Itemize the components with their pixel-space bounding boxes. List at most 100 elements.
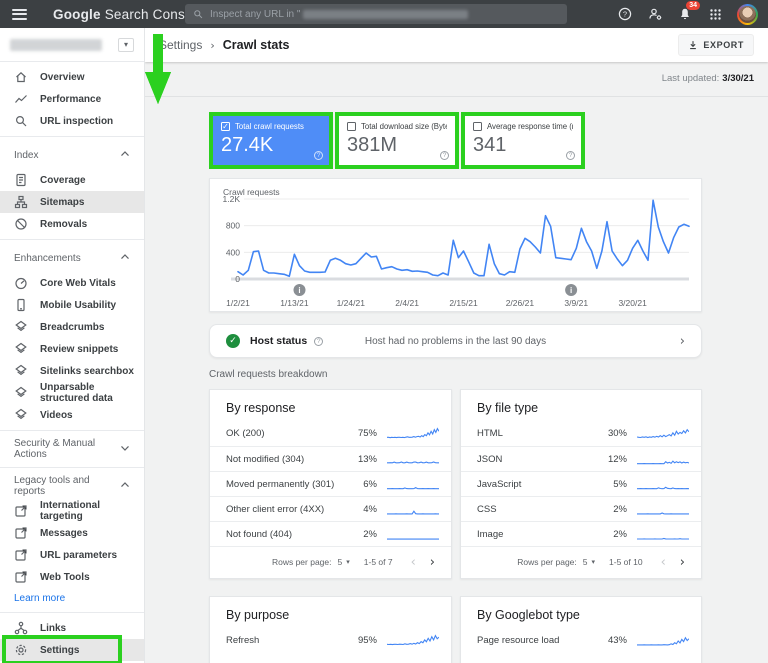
- cwv-icon: [14, 276, 28, 290]
- table-row-ok-200[interactable]: OK (200)75%: [210, 421, 451, 446]
- chevron-right-icon[interactable]: ›: [680, 334, 685, 349]
- hamburger-menu-icon[interactable]: [12, 9, 27, 20]
- sidebar-item-international-targeting[interactable]: International targeting: [0, 500, 144, 522]
- schema-icon: [14, 364, 28, 378]
- user-settings-button[interactable]: [647, 6, 663, 22]
- help-icon[interactable]: ?: [566, 151, 575, 160]
- sidebar-item-removals[interactable]: Removals: [0, 213, 144, 235]
- table-row-css[interactable]: CSS2%: [461, 496, 701, 521]
- card-by-googlebot-type: By Googlebot typePage resource load43%: [460, 596, 702, 663]
- sidebar-section-index[interactable]: Index: [0, 141, 144, 169]
- row-label: Not found (404): [226, 529, 347, 540]
- learn-more-link[interactable]: Learn more: [0, 588, 144, 608]
- sidebar-item-unparsable-structured-data[interactable]: Unparsable structured data: [0, 382, 144, 404]
- rows-per-page-select[interactable]: 5▾: [338, 557, 350, 567]
- sidebar-section-enhancements[interactable]: Enhancements: [0, 244, 144, 272]
- svg-text:?: ?: [623, 10, 627, 19]
- table-row-html[interactable]: HTML30%: [461, 421, 701, 446]
- row-percent: 4%: [347, 504, 377, 515]
- brand-google: Google: [53, 7, 101, 22]
- section-divider: [145, 96, 768, 97]
- section-label: Index: [14, 150, 38, 161]
- url-inspect-input[interactable]: Inspect any URL in ": [185, 4, 567, 24]
- sidebar-item-review-snippets[interactable]: Review snippets: [0, 338, 144, 360]
- sidebar-item-sitemaps[interactable]: Sitemaps: [0, 191, 144, 213]
- help-icon[interactable]: ?: [314, 151, 323, 160]
- sparkline-chart: [637, 503, 689, 516]
- property-selector[interactable]: ▾: [0, 28, 144, 62]
- sidebar-group: OverviewPerformanceURL inspection: [0, 62, 144, 136]
- sidebar-item-breadcrumbs[interactable]: Breadcrumbs: [0, 316, 144, 338]
- sidebar-item-sitelinks-searchbox[interactable]: Sitelinks searchbox: [0, 360, 144, 382]
- sidebar-item-label: International targeting: [40, 500, 136, 522]
- table-row-refresh[interactable]: Refresh95%: [210, 628, 451, 653]
- sidebar-item-web-tools[interactable]: Web Tools: [0, 566, 144, 588]
- table-row-javascript[interactable]: JavaScript5%: [461, 471, 701, 496]
- export-label: EXPORT: [703, 40, 744, 50]
- metric-chip-value: 27.4K: [221, 134, 321, 157]
- sidebar-group: Legacy tools and reportsInternational ta…: [0, 468, 144, 612]
- sidebar-item-label: Videos: [40, 410, 73, 421]
- last-updated: Last updated:3/30/21: [662, 73, 754, 84]
- x-tick-label: 3/9/21: [564, 298, 588, 308]
- sidebar-item-overview[interactable]: Overview: [0, 66, 144, 88]
- table-row-not-found-404[interactable]: Not found (404)2%: [210, 521, 451, 546]
- export-button[interactable]: EXPORT: [678, 34, 754, 56]
- info-marker-glyph: i: [570, 286, 572, 295]
- sidebar-item-settings[interactable]: Settings: [0, 639, 144, 661]
- previous-page-button[interactable]: ‹: [407, 556, 420, 569]
- table-row-json[interactable]: JSON12%: [461, 446, 701, 471]
- host-status-row[interactable]: ✓ Host status ? Host had no problems in …: [209, 324, 702, 358]
- card-title: By Googlebot type: [461, 597, 701, 628]
- sidebar-group: Security & Manual Actions: [0, 431, 144, 467]
- rows-per-page-select[interactable]: 5▾: [583, 557, 595, 567]
- sidebar-section-legacy-tools-and-reports[interactable]: Legacy tools and reports: [0, 472, 144, 500]
- help-icon[interactable]: ?: [314, 337, 323, 346]
- sidebar-item-url-parameters[interactable]: URL parameters: [0, 544, 144, 566]
- help-icon[interactable]: ?: [440, 151, 449, 160]
- metric-chip-total-crawl-requests[interactable]: ✓Total crawl requests27.4K?: [209, 112, 333, 169]
- sidebar-item-messages[interactable]: Messages: [0, 522, 144, 544]
- schema-icon: [14, 342, 28, 356]
- sidebar-item-links[interactable]: Links: [0, 617, 144, 639]
- sidebar-item-mobile-usability[interactable]: Mobile Usability: [0, 294, 144, 316]
- breakdown-grid: By responseOK (200)75%Not modified (304)…: [209, 389, 702, 663]
- breadcrumb-settings[interactable]: Settings: [159, 38, 202, 52]
- sparkline-chart: [387, 634, 439, 647]
- sidebar-item-label: Unparsable structured data: [40, 382, 136, 404]
- sidebar-item-videos[interactable]: Videos: [0, 404, 144, 426]
- metric-chip-label: Average response time (ms): [487, 122, 573, 131]
- sidebar-item-performance[interactable]: Performance: [0, 88, 144, 110]
- card-title: By file type: [461, 390, 701, 421]
- chevron-up-icon: [118, 478, 132, 492]
- sidebar-section-security-and-manual-actions[interactable]: Security & Manual Actions: [0, 435, 144, 463]
- sidebar-item-label: Settings: [40, 645, 79, 656]
- metric-chip-total-download-size[interactable]: Total download size (Bytes)381M?: [335, 112, 459, 169]
- row-label: OK (200): [226, 428, 347, 439]
- row-label: Page resource load: [477, 635, 597, 646]
- table-row-other-client-error-4xx[interactable]: Other client error (4XX)4%: [210, 496, 451, 521]
- last-updated-value: 3/30/21: [722, 73, 754, 84]
- sidebar-item-core-web-vitals[interactable]: Core Web Vitals: [0, 272, 144, 294]
- next-page-button[interactable]: ›: [676, 556, 689, 569]
- notifications-button[interactable]: 34: [677, 6, 693, 22]
- account-avatar[interactable]: [737, 4, 758, 25]
- row-percent: 75%: [347, 428, 377, 439]
- sitemaps-icon: [14, 195, 28, 209]
- pagination-range: 1-5 of 10: [609, 557, 643, 567]
- metric-chip-average-response-time[interactable]: Average response time (ms)341?: [461, 112, 585, 169]
- previous-page-button[interactable]: ‹: [657, 556, 670, 569]
- sparkline-chart: [637, 427, 689, 440]
- sparkline-chart: [637, 453, 689, 466]
- apps-button[interactable]: [707, 6, 723, 22]
- table-row-page-resource-load[interactable]: Page resource load43%: [461, 628, 701, 653]
- sidebar-item-coverage[interactable]: Coverage: [0, 169, 144, 191]
- main-content: Settings › Crawl stats EXPORT Last updat…: [145, 28, 768, 663]
- next-page-button[interactable]: ›: [426, 556, 439, 569]
- table-row-moved-permanently-301[interactable]: Moved permanently (301)6%: [210, 471, 451, 496]
- sidebar-item-label: Removals: [40, 219, 87, 230]
- sidebar-item-url-inspection[interactable]: URL inspection: [0, 110, 144, 132]
- table-row-image[interactable]: Image2%: [461, 521, 701, 546]
- table-row-not-modified-304[interactable]: Not modified (304)13%: [210, 446, 451, 471]
- help-button[interactable]: ?: [617, 6, 633, 22]
